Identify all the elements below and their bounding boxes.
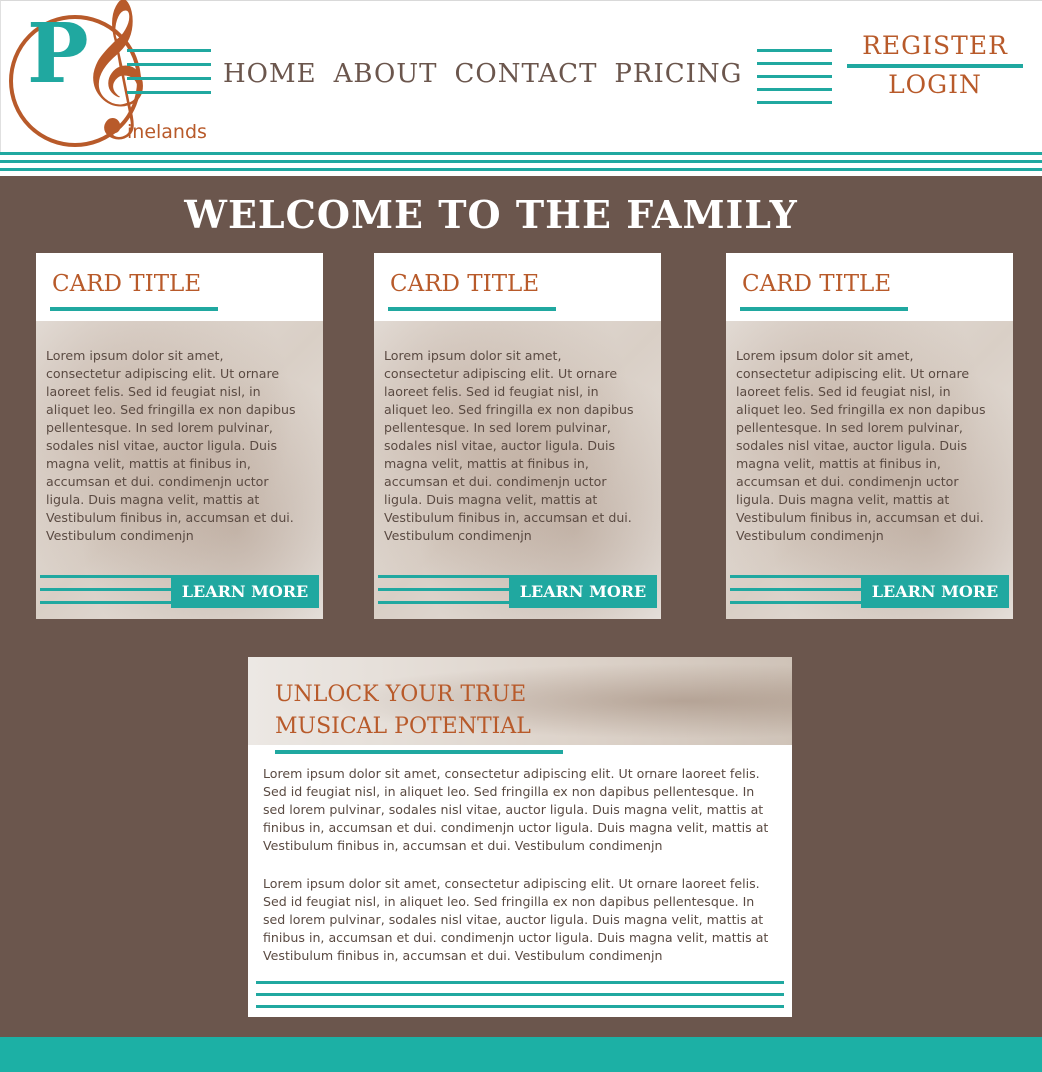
card-footer-lines — [730, 575, 864, 614]
card-title-underline — [50, 307, 218, 311]
panel-image-header: UNLOCK YOUR TRUE MUSICAL POTENTIAL — [248, 657, 792, 745]
nav-about[interactable]: ABOUT — [334, 59, 438, 89]
nav-pricing[interactable]: PRICING — [614, 59, 742, 89]
card-header: CARD TITLE — [726, 253, 1013, 321]
card-text: Lorem ipsum dolor sit amet, consectetur … — [736, 348, 986, 543]
auth-divider — [847, 64, 1023, 68]
learn-more-button[interactable]: LEARN MORE — [509, 575, 657, 608]
main-nav: HOME ABOUT CONTACT PRICING — [223, 59, 742, 89]
register-link[interactable]: REGISTER — [847, 31, 1023, 60]
panel-title-underline — [275, 750, 563, 754]
potential-panel: UNLOCK YOUR TRUE MUSICAL POTENTIAL Lorem… — [248, 657, 792, 1017]
card-title: CARD TITLE — [52, 271, 202, 297]
card: CARD TITLE Lorem ipsum dolor sit amet, c… — [374, 253, 661, 619]
card-header: CARD TITLE — [36, 253, 323, 321]
card: CARD TITLE Lorem ipsum dolor sit amet, c… — [726, 253, 1013, 619]
site-header: P 𝄞 inelands HOME ABOUT CONTACT PRICING … — [0, 0, 1042, 152]
panel-paragraph: Lorem ipsum dolor sit amet, consectetur … — [263, 876, 769, 963]
header-stripes — [0, 152, 1042, 176]
card-text: Lorem ipsum dolor sit amet, consectetur … — [384, 348, 634, 543]
learn-more-button[interactable]: LEARN MORE — [171, 575, 319, 608]
card: CARD TITLE Lorem ipsum dolor sit amet, c… — [36, 253, 323, 619]
logo-staff-lines — [127, 49, 211, 105]
panel-footer-lines — [256, 981, 784, 1017]
card-title-underline — [740, 307, 908, 311]
auth-links: REGISTER LOGIN — [847, 31, 1023, 99]
card-title: CARD TITLE — [390, 271, 540, 297]
card-header: CARD TITLE — [374, 253, 661, 321]
card-footer-lines — [40, 575, 174, 614]
nav-contact[interactable]: CONTACT — [455, 59, 598, 89]
nav-home[interactable]: HOME — [223, 59, 317, 89]
panel-paragraph: Lorem ipsum dolor sit amet, consectetur … — [263, 766, 769, 853]
logo-text: inelands — [127, 121, 207, 143]
menu-lines-icon — [757, 49, 832, 114]
card-footer-lines — [378, 575, 512, 614]
pinelands-logo[interactable]: P 𝄞 inelands — [9, 5, 214, 153]
login-link[interactable]: LOGIN — [847, 70, 1023, 99]
card-title: CARD TITLE — [742, 271, 892, 297]
card-text: Lorem ipsum dolor sit amet, consectetur … — [46, 348, 296, 543]
page-title: WELCOME TO THE FAMILY — [184, 192, 798, 237]
card-title-underline — [388, 307, 556, 311]
site-footer — [0, 1037, 1042, 1072]
learn-more-button[interactable]: LEARN MORE — [861, 575, 1009, 608]
panel-title: UNLOCK YOUR TRUE MUSICAL POTENTIAL — [275, 682, 531, 739]
